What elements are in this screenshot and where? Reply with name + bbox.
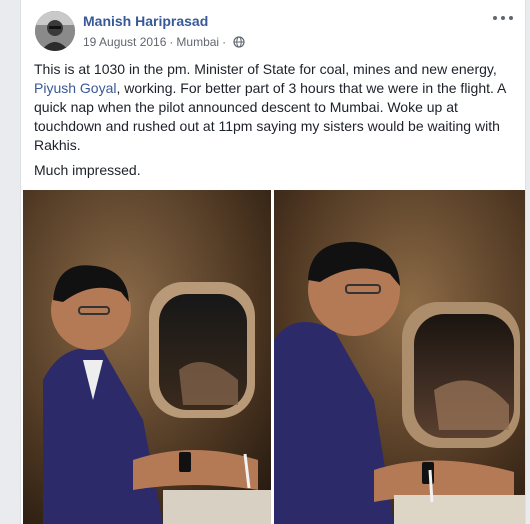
avatar-image [35,11,75,51]
meta-separator: · [169,35,174,49]
more-dot [493,16,497,20]
more-options-icon[interactable] [493,10,513,26]
post-paragraph-1: This is at 1030 in the pm. Minister of S… [34,60,512,155]
post-location[interactable]: Mumbai [176,35,219,49]
post-photo-2[interactable] [274,190,525,524]
post-text: This is at 1030 in the pm. Minister of S… [34,60,512,186]
post-paragraph-2: Much impressed. [34,162,141,178]
author-avatar[interactable] [35,11,75,51]
author-name[interactable]: Manish Hariprasad [83,13,208,29]
more-dot [509,16,513,20]
post-meta: 19 August 2016 · Mumbai · [83,35,245,49]
photo-2-image [274,190,525,524]
globe-icon[interactable] [233,36,245,48]
mention-link[interactable]: Piyush Goyal [34,80,116,96]
post-photo-1[interactable] [23,190,271,524]
para1-text-before: This is at 1030 in the pm. Minister of S… [34,61,497,77]
post-card: Manish Hariprasad 19 August 2016 · Mumba… [20,0,526,524]
post-date[interactable]: 19 August 2016 [83,35,166,49]
more-dot [501,16,505,20]
photo-1-image [23,190,271,524]
meta-separator-2: · [222,35,227,49]
